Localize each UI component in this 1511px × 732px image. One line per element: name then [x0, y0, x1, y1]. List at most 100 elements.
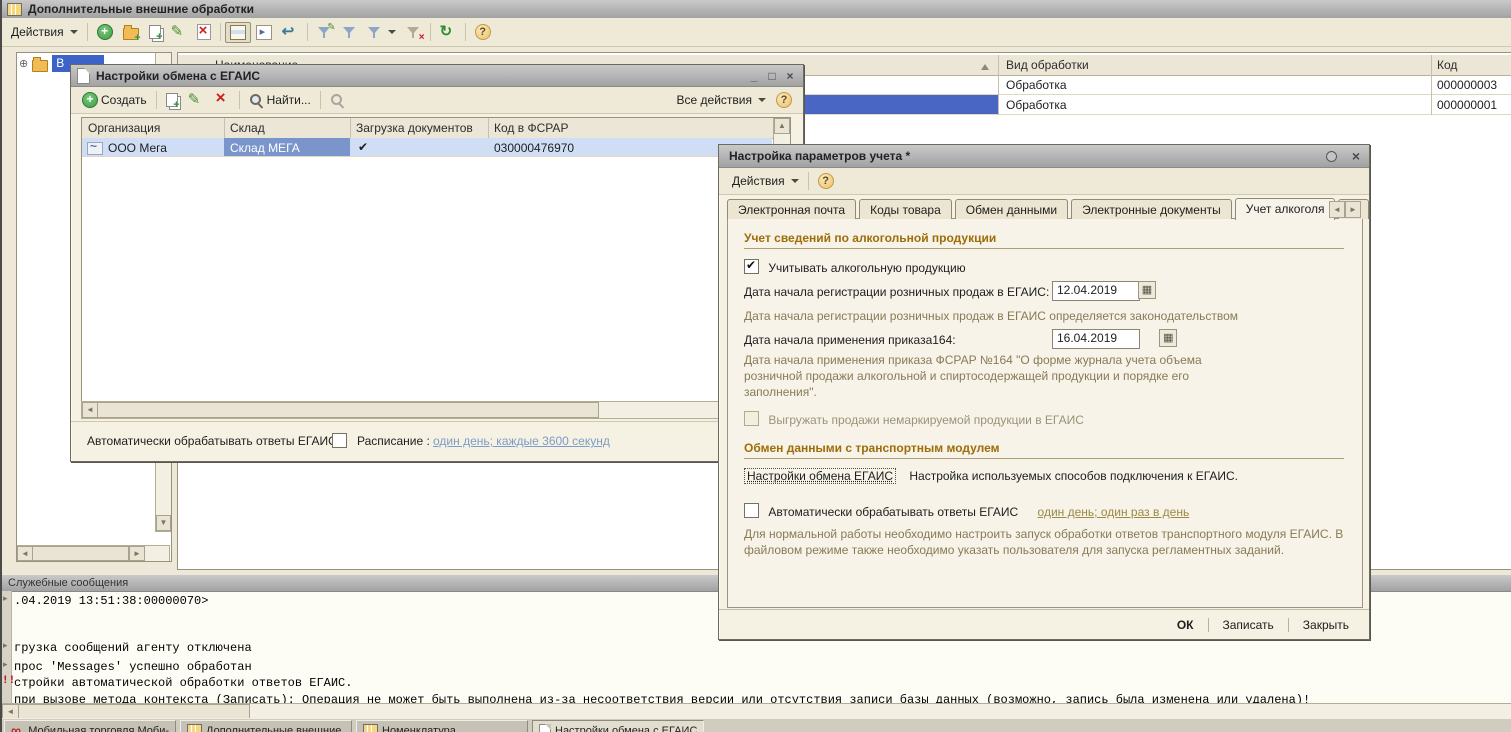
schedule-link[interactable]: один день; каждые 3600 секунд	[433, 434, 610, 448]
scroll-thumb[interactable]	[97, 402, 599, 418]
auto-process-checkbox[interactable]	[332, 433, 347, 448]
taskbar-item-egais[interactable]: Настройки обмена с ЕГАИС	[532, 720, 704, 732]
help-button[interactable]	[771, 89, 797, 111]
column-header-loaddocs[interactable]: Загрузка документов	[356, 121, 473, 135]
date2-calendar-button[interactable]	[1159, 329, 1177, 347]
scroll-right-button[interactable]: ►	[129, 546, 145, 561]
log-line: прос 'Messages' успешно обработан	[14, 660, 252, 674]
list-view-button[interactable]	[225, 22, 251, 43]
select-mode-button[interactable]	[251, 22, 277, 43]
find-button[interactable]: Найти...	[244, 90, 316, 111]
pencil-icon	[171, 24, 187, 40]
save-button[interactable]: Записать	[1211, 615, 1286, 635]
params-buttonbar: ОК Записать Закрыть	[719, 609, 1369, 639]
document-icon	[77, 68, 90, 84]
params-titlebar[interactable]: Настройка параметров учета * ×	[719, 145, 1369, 168]
column-header-kind[interactable]: Вид обработки	[1006, 58, 1089, 72]
egais-titlebar[interactable]: Настройки обмена с ЕГАИС _ □ ×	[71, 65, 803, 87]
scroll-down-button[interactable]: ▼	[156, 515, 171, 531]
scroll-left-button[interactable]: ◄	[2, 704, 19, 719]
document-icon	[539, 724, 551, 732]
pin-icon[interactable]	[1326, 151, 1337, 162]
chevron-down-icon	[70, 30, 78, 38]
help-button[interactable]	[813, 170, 839, 192]
scroll-left-button[interactable]: ◄	[17, 546, 33, 561]
copy-button[interactable]	[144, 22, 166, 42]
edit-button[interactable]	[183, 89, 209, 111]
column-divider	[224, 118, 225, 138]
chevron-down-icon	[758, 98, 766, 106]
find-label: Найти...	[267, 93, 311, 107]
taskbar-item-external[interactable]: Дополнительные внешние	[180, 720, 352, 732]
unmarked-checkbox-disabled	[744, 411, 759, 426]
tab-alcohol[interactable]: Учет алкоголя	[1235, 198, 1336, 220]
maximize-button[interactable]: □	[763, 69, 781, 83]
log-line: грузка сообщений агенту отключена	[14, 641, 252, 655]
column-divider	[998, 75, 999, 95]
auto-process-checkbox[interactable]	[744, 503, 759, 518]
date1-calendar-button[interactable]	[1138, 281, 1156, 299]
delete-button[interactable]	[209, 89, 235, 111]
egais-exchange-settings-link[interactable]: Настройки обмена ЕГАИС	[744, 468, 896, 484]
scroll-up-button[interactable]: ▲	[774, 118, 790, 134]
tree-hscrollbar[interactable]: ◄ ►	[17, 545, 170, 561]
tab-scroll-left-button[interactable]: ◄	[1329, 201, 1345, 218]
column-divider	[1431, 75, 1432, 95]
column-header-org[interactable]: Организация	[88, 121, 160, 135]
auto-schedule-link[interactable]: один день; один раз в день	[1038, 505, 1190, 519]
ok-button[interactable]: ОК	[1165, 615, 1206, 635]
edit-button[interactable]	[166, 21, 192, 43]
tree-expand-icon[interactable]: ⊕	[19, 57, 28, 70]
scroll-thumb[interactable]	[32, 546, 129, 561]
create-button[interactable]: Создать	[77, 89, 152, 111]
help-button[interactable]	[470, 21, 496, 43]
delete-button[interactable]	[192, 21, 216, 43]
row-divider	[82, 156, 772, 157]
tab-scroll-right-button[interactable]: ►	[1345, 201, 1361, 218]
column-header-code[interactable]: Код	[1437, 58, 1457, 72]
minimize-button[interactable]: _	[745, 69, 763, 83]
date2-input[interactable]: 16.04.2019	[1052, 329, 1140, 349]
egais-toolbar: Создать Найти... Все действия	[71, 87, 803, 114]
filter-setup-button[interactable]: ✎	[312, 22, 337, 43]
desktop: Дополнительные внешние обработки Действи…	[0, 0, 1511, 732]
params-window-title: Настройка параметров учета *	[729, 149, 1326, 163]
close-button[interactable]: ×	[1347, 148, 1365, 164]
date1-input[interactable]: 12.04.2019	[1052, 281, 1140, 301]
clear-filter-button[interactable]: ×	[401, 22, 426, 43]
actions-menu-button[interactable]: Действия	[727, 171, 804, 191]
tab-product-codes[interactable]: Коды товара	[859, 199, 952, 219]
close-button[interactable]: ×	[781, 69, 799, 83]
cell-loaddocs-check: ✔	[358, 140, 368, 154]
tab-email[interactable]: Электронная почта	[727, 199, 856, 219]
clear-find-button[interactable]	[325, 90, 350, 111]
toolbar-separator	[430, 23, 431, 41]
go-up-button[interactable]	[277, 21, 303, 43]
tab-edocs[interactable]: Электронные документы	[1071, 199, 1232, 219]
create-label: Создать	[101, 93, 147, 107]
egais-hscrollbar[interactable]: ◄	[81, 401, 791, 419]
column-header-warehouse[interactable]: Склад	[230, 121, 265, 135]
actions-menu-button[interactable]: Действия	[6, 22, 83, 42]
filter-button[interactable]	[337, 22, 362, 43]
scroll-thumb[interactable]	[18, 704, 250, 719]
params-toolbar: Действия	[719, 168, 1369, 195]
track-alcohol-checkbox[interactable]	[744, 259, 759, 274]
filter-history-button[interactable]	[362, 22, 401, 43]
add-button[interactable]	[92, 21, 118, 43]
toolbar-separator	[239, 91, 240, 109]
log-arrow-marker: ▸	[3, 593, 8, 604]
all-actions-button[interactable]: Все действия	[672, 90, 771, 110]
refresh-button[interactable]	[435, 21, 461, 43]
egais-table-row[interactable]: ООО Мега Склад МЕГА ✔ 030000476970	[82, 138, 772, 157]
scroll-left-button[interactable]: ◄	[82, 402, 98, 418]
close-button[interactable]: Закрыть	[1291, 615, 1361, 635]
copy-button[interactable]	[161, 90, 183, 110]
column-header-fsrar[interactable]: Код в ФСРАР	[494, 121, 568, 135]
taskbar-item-nomenclature[interactable]: Номенклатура	[356, 720, 528, 732]
taskbar-item-mobile[interactable]: Мобильная торговля Моби-	[4, 720, 176, 732]
add-group-button[interactable]	[118, 21, 144, 43]
transport-hint-line2: файловом режиме также необходимо указать…	[744, 543, 1284, 557]
toolbar-separator	[320, 91, 321, 109]
tab-data-exchange[interactable]: Обмен данными	[955, 199, 1068, 219]
